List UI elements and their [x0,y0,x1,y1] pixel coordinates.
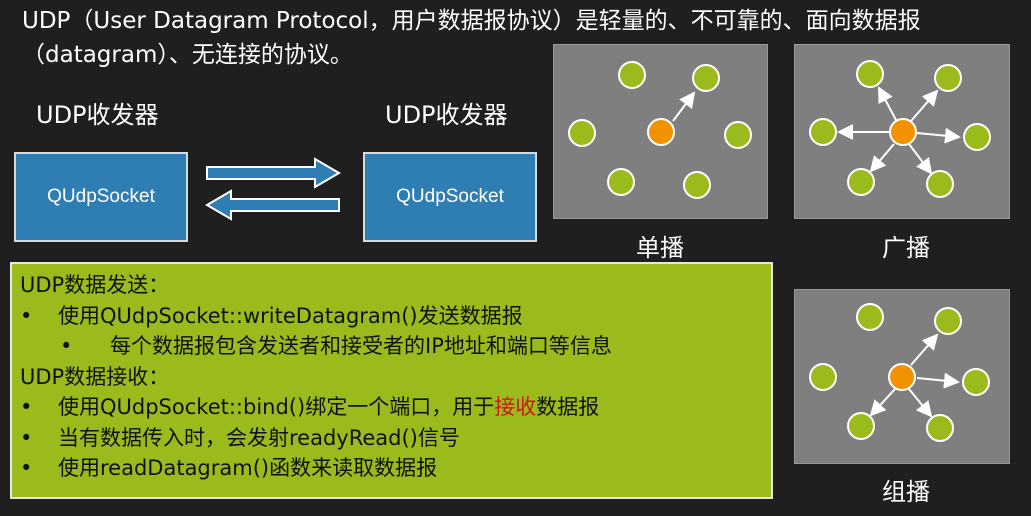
recv-item3-text: 使用readDatagram()函数来读取数据报 [58,456,438,480]
bullet: • [20,456,33,480]
receiver-node [692,64,720,92]
receiver-node [926,170,954,198]
recv-item2-text: 当有数据传入时，会发射readyRead()信号 [58,425,460,450]
send-subitem: • 每个数据报包含发送者和接受者的IP地址和端口等信息 [20,331,763,362]
recv-title: UDP数据接收： [20,364,170,389]
unicast-link [672,91,696,122]
recv-item1-pre: 使用QUdpSocket::bind()绑定一个端口，用于 [58,395,495,419]
right-socket-box: QUdpSocket [363,152,537,242]
right-transceiver-label: UDP收发器 [385,101,508,129]
bullet: • [60,334,73,358]
recv-item1-post: 数据报 [536,395,600,419]
sender-node [888,363,916,391]
receiver-node [963,123,991,151]
multicast-diagram [794,289,1010,464]
receiver-node [809,118,837,146]
broadcast-caption: 广播 [882,234,930,262]
receiver-node [683,171,711,199]
receiver-node [809,363,837,391]
left-socket-box: QUdpSocket [14,152,188,242]
unicast-diagram [553,44,768,219]
receiver-node [847,412,875,440]
receiver-node [607,168,635,196]
receiver-node [926,414,954,442]
receiver-node [724,121,752,149]
recv-item: • 当有数据传入时，会发射readyRead()信号 [20,423,763,454]
receiver-node [856,60,884,88]
udp-info-box: UDP数据发送： • 使用QUdpSocket::writeDatagram()发… [10,262,773,499]
receiver-node [934,307,962,335]
right-arrow [206,157,341,189]
receiver-node [568,119,596,147]
bullet: • [20,395,33,419]
receiver-node [856,303,884,331]
receiver-node [618,61,646,89]
bidirectional-arrows [205,157,341,221]
left-transceiver-label: UDP收发器 [36,101,159,129]
bullet: • [20,425,33,450]
receiver-node [962,368,990,396]
sender-node [647,118,675,146]
send-item: • 使用QUdpSocket::writeDatagram()发送数据报 [20,301,763,332]
recv-item: • 使用readDatagram()函数来读取数据报 [20,453,763,484]
send-item-text: 使用QUdpSocket::writeDatagram()发送数据报 [58,303,523,328]
unicast-caption: 单播 [636,234,684,262]
send-title: UDP数据发送： [20,273,170,297]
multicast-caption: 组播 [882,478,930,506]
receiver-node [847,168,875,196]
bullet: • [20,303,33,328]
send-subitem-text: 每个数据报包含发送者和接受者的IP地址和端口等信息 [110,334,612,358]
recv-item1-highlight: 接收 [494,395,537,419]
recv-item: • 使用QUdpSocket::bind()绑定一个端口，用于接收数据报 [20,392,763,423]
left-arrow [205,189,340,221]
receiver-node [934,64,962,92]
broadcast-diagram [794,44,1010,219]
sender-node [889,118,917,146]
